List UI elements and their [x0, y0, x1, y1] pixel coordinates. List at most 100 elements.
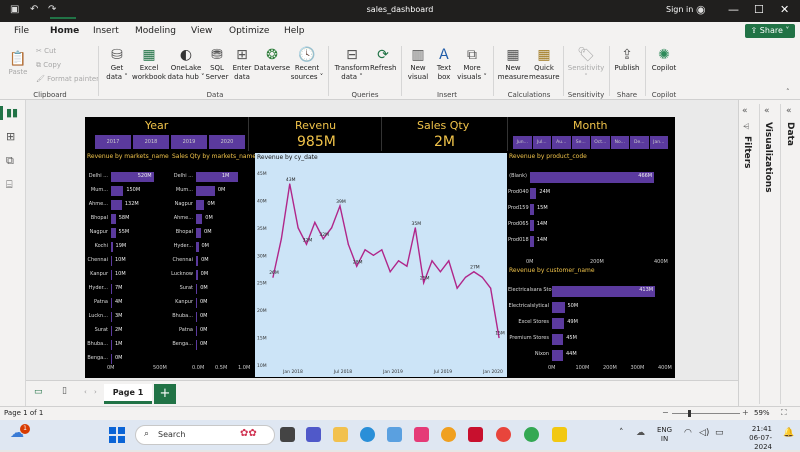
line-point[interactable]	[364, 249, 366, 251]
store-icon[interactable]	[387, 427, 402, 442]
line-point[interactable]	[397, 260, 400, 262]
bar[interactable]	[552, 318, 565, 330]
windows-start-icon[interactable]	[109, 427, 125, 443]
bar[interactable]	[530, 236, 534, 248]
cut-button[interactable]: ✂ Cut	[36, 47, 56, 55]
menu-help[interactable]: Help	[284, 26, 305, 36]
enter-data-button[interactable]: ⊞ Enter data	[230, 46, 254, 82]
bar[interactable]	[530, 172, 655, 184]
bar[interactable]	[196, 298, 197, 308]
powerbi-icon[interactable]	[552, 427, 567, 442]
line-point[interactable]	[314, 221, 316, 223]
next-page-icon[interactable]: ›	[94, 388, 97, 396]
line-point[interactable]	[381, 249, 383, 251]
line-point[interactable]	[423, 282, 425, 284]
bar[interactable]	[196, 256, 199, 266]
menu-home[interactable]: Home	[50, 26, 79, 36]
menu-view[interactable]: View	[191, 26, 212, 36]
page-tab-1[interactable]: Page 1	[104, 384, 152, 404]
bar[interactable]	[111, 312, 112, 322]
collapse-visualizations-icon[interactable]: «	[764, 106, 770, 116]
mail-icon[interactable]	[414, 427, 429, 442]
bar[interactable]	[111, 242, 113, 252]
bar[interactable]	[196, 270, 198, 280]
month-option[interactable]: Jul...	[532, 136, 551, 149]
maximize-button[interactable]: ☐	[754, 3, 764, 16]
model-view-icon[interactable]: ⧉	[6, 154, 14, 168]
bar[interactable]	[111, 270, 112, 280]
line-point[interactable]	[372, 254, 375, 256]
recent-sources-button[interactable]: 🕓 Recent sources ˅	[290, 46, 324, 82]
zoom-out-icon[interactable]: −	[662, 408, 669, 417]
fit-page-icon[interactable]: ⛶	[781, 408, 787, 418]
tray-chevron-icon[interactable]: ˄	[619, 428, 624, 438]
bar[interactable]	[530, 188, 537, 200]
bar[interactable]	[111, 186, 124, 196]
bar[interactable]	[111, 256, 112, 266]
bar[interactable]	[111, 200, 122, 210]
line-point[interactable]	[464, 276, 467, 278]
mobile-view-icon[interactable]: ▯	[62, 386, 67, 396]
text-box-button[interactable]: Ａ Text box	[431, 46, 457, 82]
excel-workbook-button[interactable]: ▦ Excel workbook	[131, 46, 167, 82]
sql-server-button[interactable]: ⛃ SQL Server	[205, 46, 229, 82]
line-point[interactable]	[481, 276, 483, 278]
line-point[interactable]	[280, 238, 282, 240]
volume-icon[interactable]: ◁)	[699, 428, 709, 438]
transform-data-button[interactable]: ⊟ Transform data ˅	[334, 46, 370, 82]
month-option[interactable]: Au...	[552, 136, 571, 149]
minimize-button[interactable]: —	[728, 3, 739, 16]
line-point[interactable]	[406, 265, 408, 267]
bar[interactable]	[196, 284, 198, 294]
line-point[interactable]	[330, 227, 333, 229]
prev-page-icon[interactable]: ‹	[84, 388, 87, 396]
get-data-button[interactable]: ⛁ Get data ˅	[103, 46, 131, 82]
bar[interactable]	[530, 204, 534, 216]
line-point[interactable]	[339, 205, 341, 207]
bar[interactable]	[530, 220, 534, 232]
bar[interactable]	[111, 298, 112, 308]
chrome-profile-icon[interactable]	[524, 427, 539, 442]
onelake-button[interactable]: ◐ OneLake data hub ˅	[167, 46, 205, 82]
report-view-icon[interactable]: ▮▮	[6, 106, 18, 119]
new-visual-button[interactable]: ▥ New visual	[405, 46, 431, 82]
year-option[interactable]: 2018	[133, 135, 169, 149]
data-pane-tab[interactable]: Data	[785, 122, 795, 146]
bar[interactable]	[196, 200, 205, 210]
menu-optimize[interactable]: Optimize	[229, 26, 269, 36]
month-option[interactable]: De...	[630, 136, 649, 149]
bar[interactable]	[111, 354, 112, 364]
task-view-icon[interactable]	[280, 427, 295, 442]
bar[interactable]	[552, 302, 565, 314]
line-point[interactable]	[356, 265, 358, 267]
bar[interactable]	[196, 312, 197, 322]
visualizations-pane-tab[interactable]: Visualizations	[763, 122, 773, 193]
account-icon[interactable]: ◉	[696, 3, 706, 16]
line-point[interactable]	[431, 260, 433, 262]
line-point[interactable]	[490, 287, 492, 289]
refresh-button[interactable]: ⟳ Refresh	[370, 46, 396, 73]
format-painter-button[interactable]: 🖌 Format painter	[36, 75, 99, 83]
bar[interactable]	[111, 214, 116, 224]
line-point[interactable]	[473, 271, 475, 273]
menu-modeling[interactable]: Modeling	[135, 26, 176, 36]
bar[interactable]	[196, 340, 197, 350]
zoom-slider[interactable]	[672, 413, 740, 414]
quick-measure-button[interactable]: ▦ Quick measure	[529, 46, 560, 82]
month-option[interactable]: Oct...	[591, 136, 610, 149]
cloud-icon[interactable]: ☁	[636, 428, 645, 438]
bar[interactable]	[196, 326, 197, 336]
year-option[interactable]: 2020	[209, 135, 245, 149]
app-icon[interactable]	[441, 427, 456, 442]
edge-icon[interactable]	[360, 427, 375, 442]
bar[interactable]	[196, 242, 199, 252]
line-point[interactable]	[322, 238, 324, 240]
filters-pane-tab[interactable]: Filters	[742, 136, 752, 169]
chrome-icon[interactable]	[496, 427, 511, 442]
line-point[interactable]	[305, 243, 308, 245]
add-page-button[interactable]: +	[154, 384, 176, 404]
bar[interactable]	[111, 228, 116, 238]
line-point[interactable]	[414, 227, 416, 229]
bar[interactable]	[111, 284, 112, 294]
bar[interactable]	[552, 350, 563, 362]
